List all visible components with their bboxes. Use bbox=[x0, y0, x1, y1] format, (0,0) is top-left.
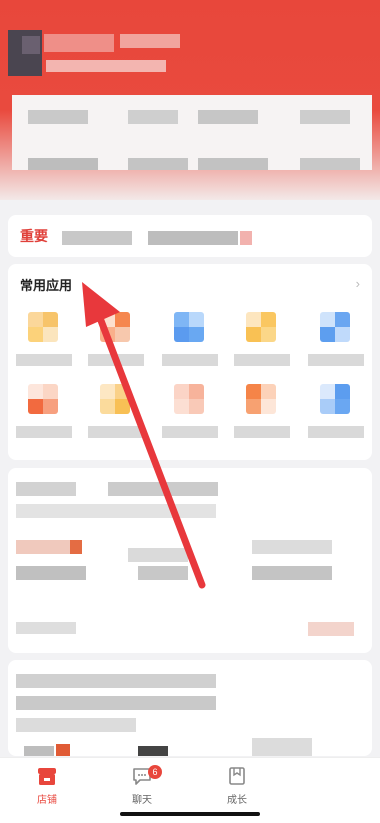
annotation-arrow bbox=[82, 282, 206, 589]
